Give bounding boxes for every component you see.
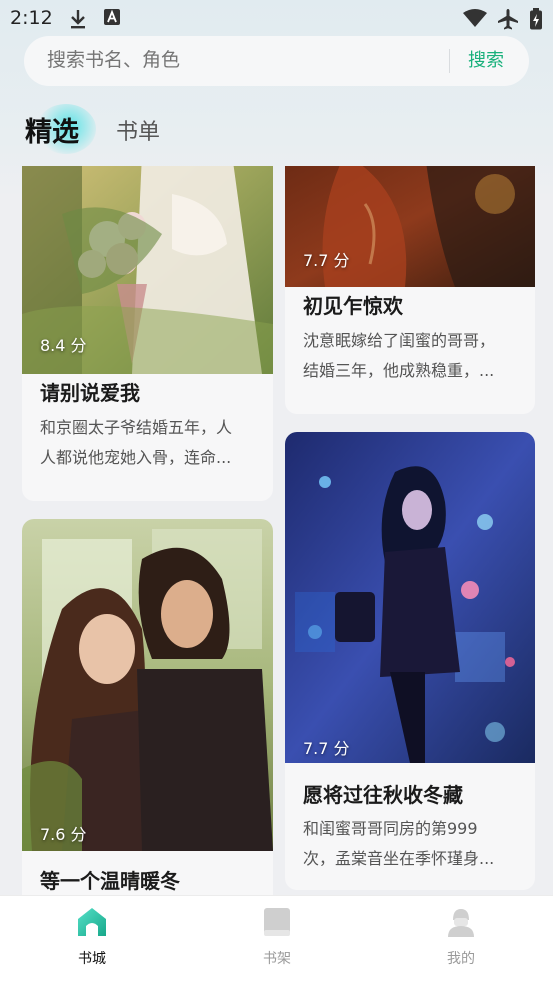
nav-profile-label: 我的 (447, 951, 475, 967)
book-card[interactable]: 7.6 分 等一个温晴暖冬 (22, 519, 273, 895)
book-description-line: 人都说他宠她入骨，连命... (40, 448, 232, 467)
search-button[interactable]: 搜索 (468, 36, 504, 86)
book-icon (264, 908, 290, 936)
book-score: 7.6 分 (40, 825, 87, 844)
book-cover-image (22, 519, 273, 851)
book-description-line: 和京圈太子爷结婚五年，人 (40, 418, 233, 437)
book-score: 7.7 分 (303, 739, 350, 758)
download-icon (68, 8, 88, 34)
search-divider (449, 49, 450, 73)
book-card[interactable]: 7.7 分 愿将过往秋收冬藏 和闺蜜哥哥同房的第999 次，孟棠音坐在季怀瑾身.… (285, 432, 535, 890)
nav-bookshelf[interactable]: 书架 (217, 896, 337, 983)
nav-profile[interactable]: 我的 (401, 896, 521, 983)
airplane-mode-icon (496, 8, 520, 34)
book-description: 和京圈太子爷结婚五年，人 人都说他宠她入骨，连命... (40, 413, 258, 473)
book-title: 初见乍惊欢 (303, 294, 403, 318)
bottom-nav: 书城 书架 我的 (0, 895, 553, 983)
nav-bookstore[interactable]: 书城 (32, 896, 152, 983)
book-description-line: 次，孟棠音坐在季怀瑾身... (303, 849, 495, 868)
book-title: 愿将过往秋收冬藏 (303, 783, 463, 807)
search-bar: 搜索 (24, 36, 529, 86)
status-time: 2:12 (10, 7, 53, 29)
book-cover-image (285, 432, 535, 763)
book-description-line: 沈意眠嫁给了闺蜜的哥哥， (303, 331, 496, 350)
book-description: 沈意眠嫁给了闺蜜的哥哥， 结婚三年，他成熟稳重，... (303, 326, 521, 386)
app-root: 2:12 搜索 精选 书单 (0, 0, 553, 983)
book-card[interactable]: 8.4 分 请别说爱我 和京圈太子爷结婚五年，人 人都说他宠她入骨，连命... (22, 166, 273, 501)
text-notification-icon (103, 8, 121, 30)
book-description-line: 和闺蜜哥哥同房的第999 (303, 819, 478, 838)
tab-book-lists[interactable]: 书单 (116, 114, 160, 146)
book-score: 7.7 分 (303, 251, 350, 270)
book-title: 请别说爱我 (40, 381, 140, 405)
search-input[interactable] (47, 36, 447, 86)
wifi-icon (462, 8, 488, 32)
battery-charging-icon (529, 8, 543, 34)
home-icon (78, 908, 106, 936)
book-description-line: 结婚三年，他成熟稳重，... (303, 361, 495, 380)
profile-icon (448, 909, 474, 937)
book-feed[interactable]: 8.4 分 请别说爱我 和京圈太子爷结婚五年，人 人都说他宠她入骨，连命... (0, 166, 553, 895)
book-description: 和闺蜜哥哥同房的第999 次，孟棠音坐在季怀瑾身... (303, 814, 521, 874)
book-score: 8.4 分 (40, 336, 87, 355)
nav-bookstore-label: 书城 (78, 951, 106, 967)
book-title: 等一个温晴暖冬 (40, 869, 180, 893)
book-card[interactable]: 7.7 分 初见乍惊欢 沈意眠嫁给了闺蜜的哥哥， 结婚三年，他成熟稳重，... (285, 166, 535, 414)
tab-featured[interactable]: 精选 (25, 110, 79, 149)
status-bar: 2:12 (0, 0, 553, 36)
nav-bookshelf-label: 书架 (263, 951, 291, 967)
